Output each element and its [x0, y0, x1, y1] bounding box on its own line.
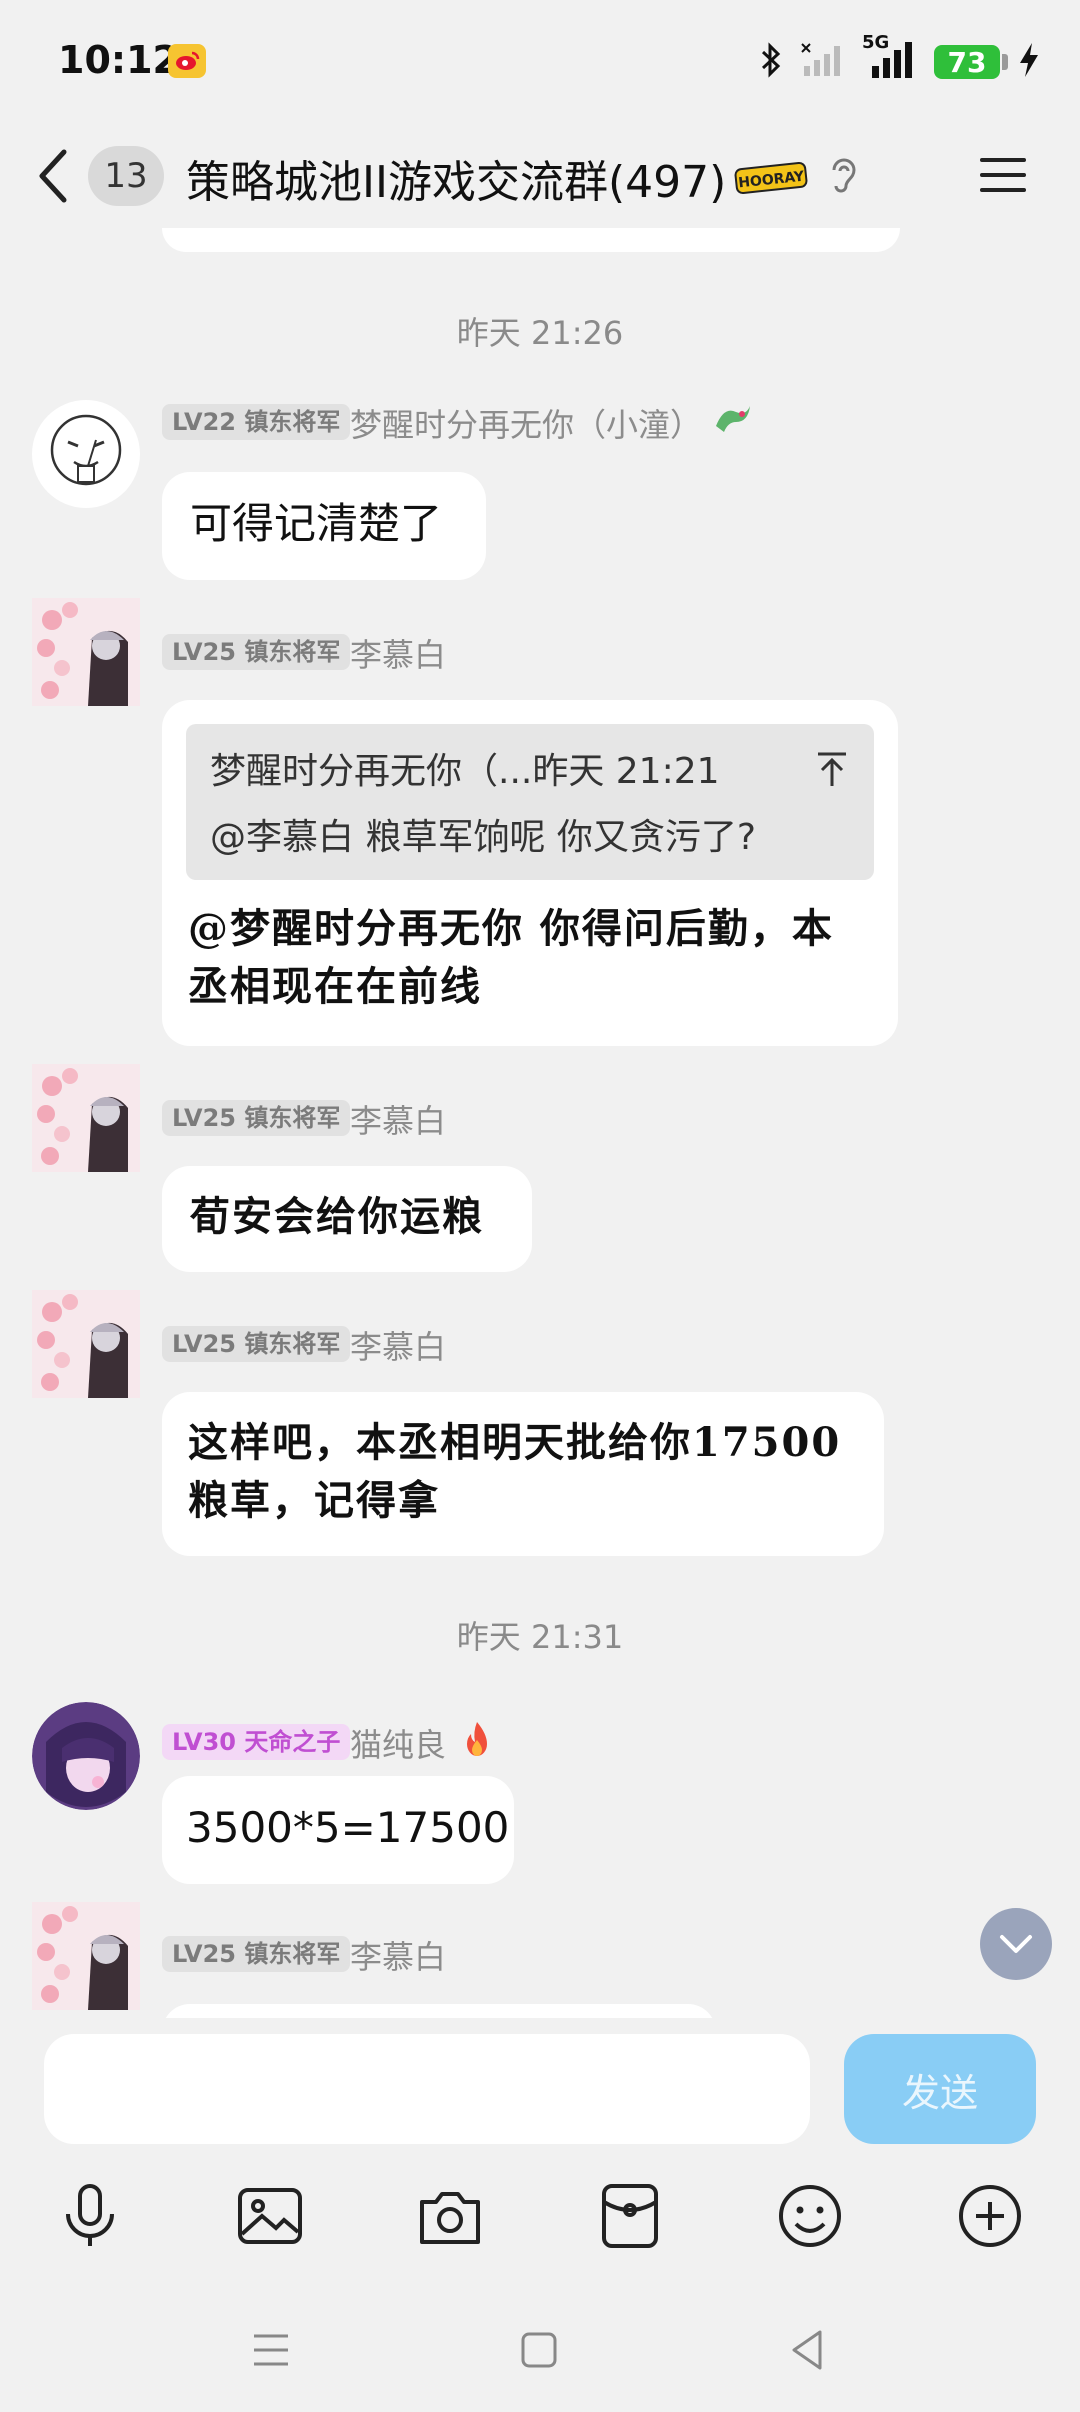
message-bubble[interactable]: 可得记清楚了	[162, 472, 486, 580]
scroll-to-bottom-button[interactable]	[980, 1908, 1052, 1980]
message-text-line: 粮草，记得拿	[188, 1477, 440, 1524]
message-list[interactable]: 昨天 21:26 LV22 镇东将军 梦醒时分再无你（小潼） 可得记清楚了 LV…	[0, 228, 1080, 2018]
cellular-signal-icon: 5G	[862, 32, 916, 84]
network-type: 5G	[862, 32, 890, 53]
wifi-signal-icon	[800, 42, 844, 82]
camera-icon[interactable]	[414, 2180, 486, 2252]
level-badge: LV25 镇东将军	[162, 1936, 351, 1972]
status-bar: 10:12 5G 73	[0, 0, 1080, 124]
avatar[interactable]	[32, 1290, 140, 1398]
timestamp: 昨天 21:26	[456, 314, 624, 352]
message-text: 可得记清楚了	[190, 499, 443, 548]
sender-name[interactable]: 李慕白	[350, 1096, 446, 1142]
dragon-emblem-icon	[712, 402, 752, 442]
quoted-message[interactable]: 梦醒时分再无你（...昨天 21:21 @李慕白 粮草军饷呢 你又贪污了?	[186, 724, 874, 880]
clock: 10:12	[58, 38, 179, 82]
input-toolbar	[0, 2160, 1080, 2260]
timestamp: 昨天 21:31	[456, 1618, 624, 1656]
sender-name[interactable]: 李慕白	[350, 630, 446, 676]
sender-name[interactable]: 李慕白	[350, 1322, 446, 1368]
message-text-line: 这样吧，本丞相明天批给你17500	[188, 1419, 842, 1466]
sender-name[interactable]: 猫纯良	[350, 1720, 446, 1766]
message-bubble[interactable]	[162, 2004, 716, 2018]
hooray-badge-icon: HOORAY	[734, 160, 808, 196]
level-badge: LV25 镇东将军	[162, 1326, 351, 1362]
plus-icon[interactable]	[954, 2180, 1026, 2252]
red-packet-icon[interactable]	[594, 2180, 666, 2252]
avatar[interactable]	[32, 1902, 140, 2010]
avatar[interactable]	[32, 400, 140, 508]
menu-button[interactable]	[978, 152, 1028, 198]
message-text-line: @梦醒时分再无你 你得问后勤，本	[188, 905, 834, 952]
reply-message-bubble[interactable]: 梦醒时分再无你（...昨天 21:21 @李慕白 粮草军饷呢 你又贪污了? @梦…	[162, 700, 898, 1046]
emoji-icon[interactable]	[774, 2180, 846, 2252]
message-text: 3500*5=17500	[186, 1803, 510, 1852]
weibo-notification-icon	[168, 44, 206, 78]
message-bubble[interactable]: 荀安会给你运粮	[162, 1166, 532, 1272]
battery-level: 73	[947, 45, 987, 79]
message-text: 荀安会给你运粮	[190, 1193, 484, 1240]
flame-emblem-icon	[460, 1720, 494, 1764]
sender-name[interactable]: 梦醒时分再无你（小潼）	[350, 400, 702, 446]
level-badge: LV25 镇东将军	[162, 634, 351, 670]
ear-mode-icon[interactable]	[826, 154, 862, 198]
level-badge: LV22 镇东将军	[162, 404, 351, 440]
home-icon[interactable]	[514, 2324, 564, 2376]
message-text-line: 丞相现在在前线	[188, 963, 482, 1010]
avatar[interactable]	[32, 1064, 140, 1172]
back-button[interactable]	[34, 144, 78, 208]
sender-name[interactable]: 李慕白	[350, 1932, 446, 1978]
bluetooth-icon	[760, 42, 782, 82]
message-bubble[interactable]: 这样吧，本丞相明天批给你17500 粮草，记得拿	[162, 1392, 884, 1556]
image-icon[interactable]	[234, 2180, 306, 2252]
back-nav-icon[interactable]	[782, 2324, 832, 2376]
level-badge: LV30 天命之子	[162, 1724, 351, 1760]
composer: 发送	[0, 2018, 1080, 2148]
battery-indicator: 73	[934, 45, 1008, 79]
system-navigation-bar	[0, 2290, 1080, 2412]
message-bubble[interactable]: 3500*5=17500	[162, 1776, 514, 1884]
message-input[interactable]	[44, 2034, 810, 2144]
microphone-icon[interactable]	[54, 2180, 126, 2252]
avatar[interactable]	[32, 598, 140, 706]
charging-icon	[1018, 41, 1040, 83]
level-badge: LV25 镇东将军	[162, 1100, 351, 1136]
quote-text: @李慕白 粮草军饷呢 你又贪污了?	[210, 817, 756, 858]
chat-header: 13 策略城池II游戏交流群(497) HOORAY	[0, 124, 1080, 228]
send-button[interactable]: 发送	[844, 2034, 1036, 2144]
recent-apps-icon[interactable]	[246, 2324, 296, 2376]
previous-message-bubble[interactable]	[162, 228, 900, 252]
jump-to-quote-icon[interactable]	[814, 750, 850, 790]
group-title[interactable]: 策略城池II游戏交流群(497)	[186, 146, 726, 210]
unread-count-badge[interactable]: 13	[88, 146, 164, 206]
quote-header: 梦醒时分再无你（...昨天 21:21	[210, 751, 720, 792]
avatar[interactable]	[32, 1702, 140, 1810]
